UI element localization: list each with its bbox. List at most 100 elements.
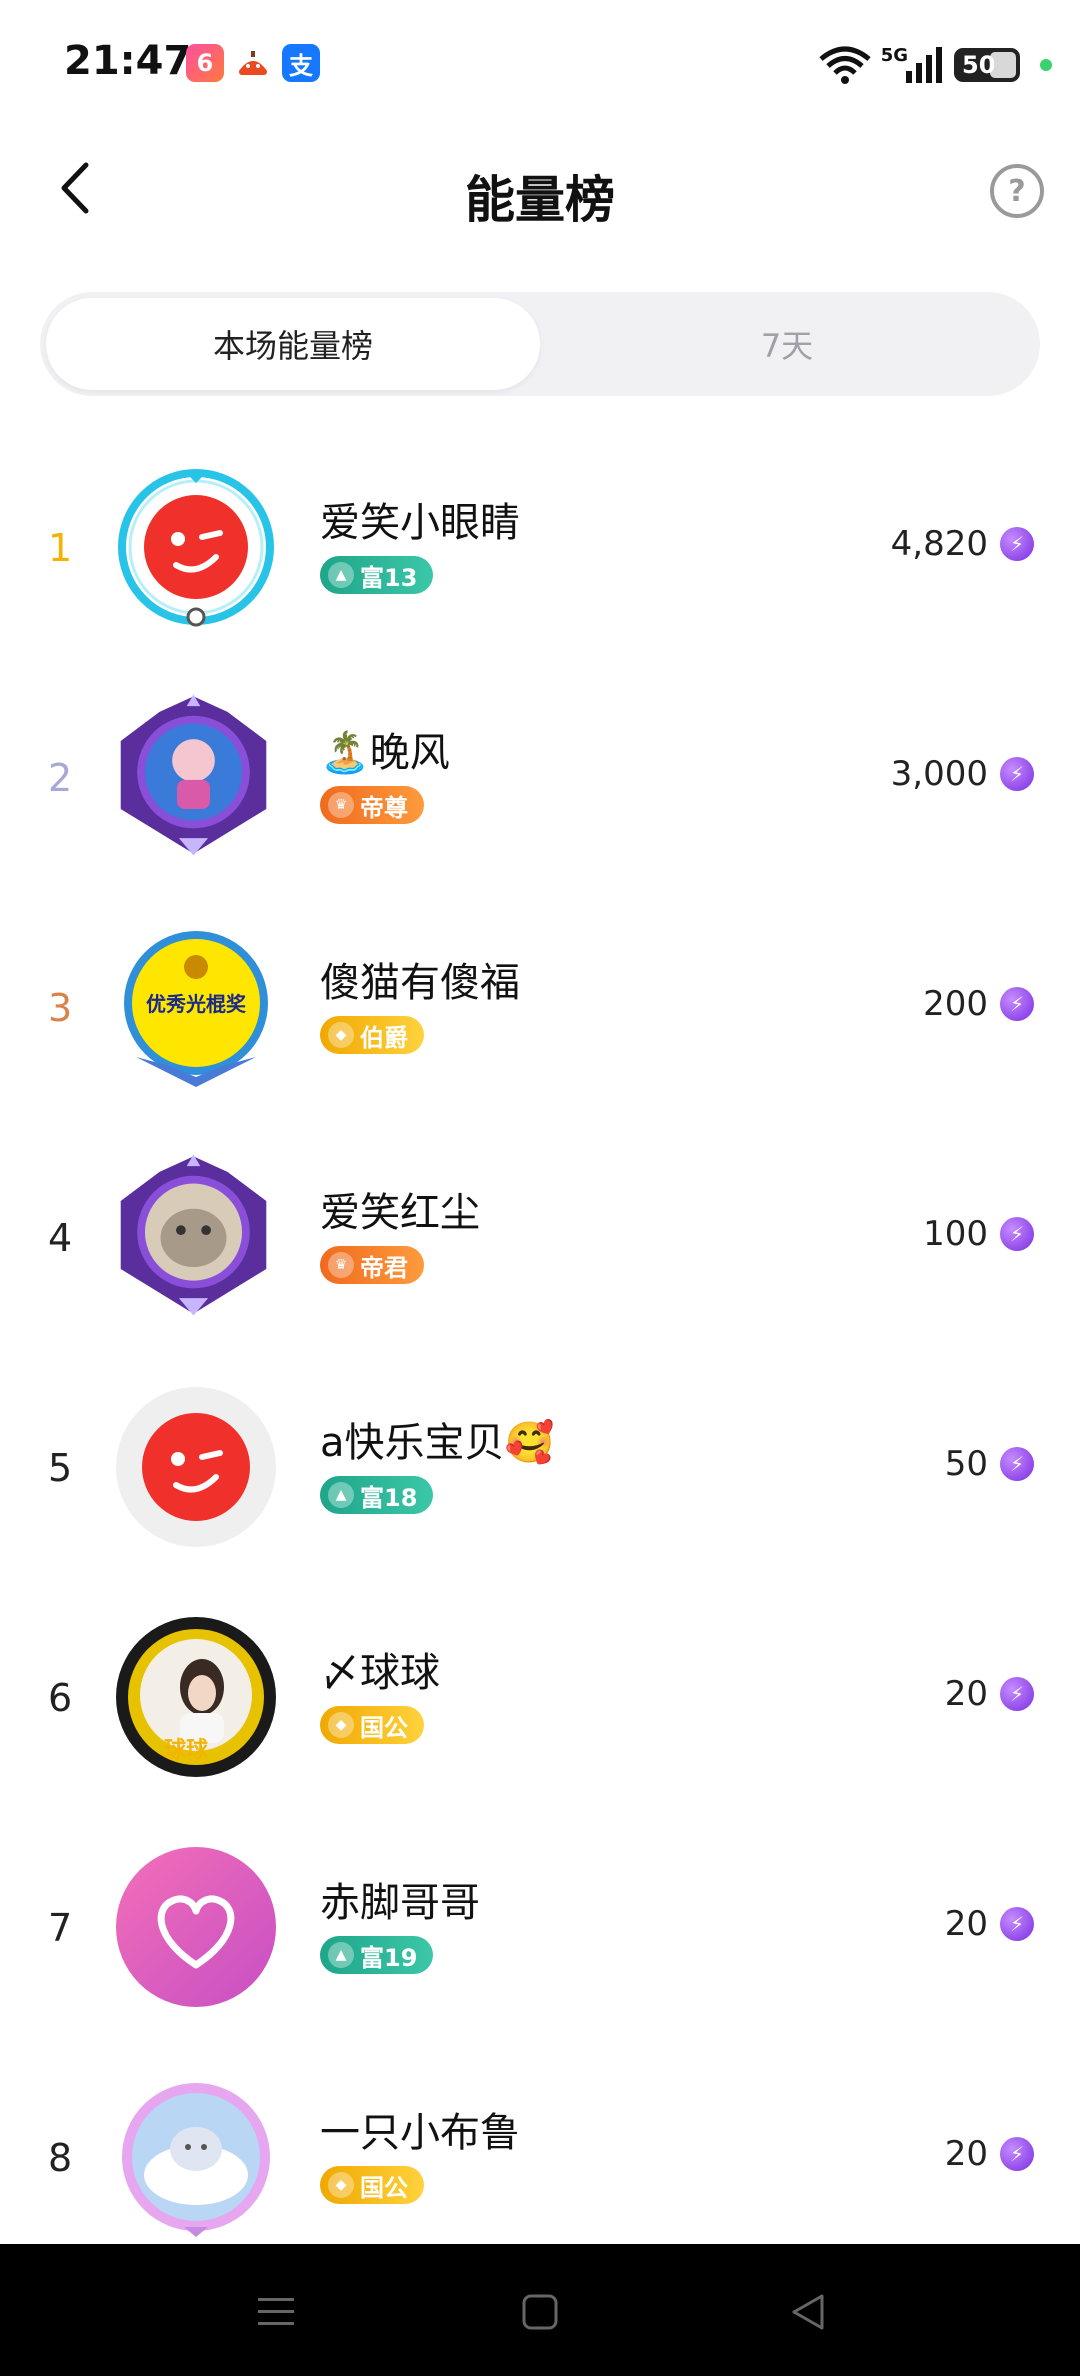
energy-amount: 200: [923, 984, 988, 1024]
rank-number: 8: [48, 2136, 73, 2180]
energy-value: 3,000 ⚡: [891, 754, 1034, 794]
user-name: 🏝️晚风: [320, 730, 450, 776]
tab-bar: 本场能量榜 7天: [40, 292, 1040, 396]
energy-icon: ⚡: [1000, 757, 1034, 791]
noble-level-icon: ◆: [328, 1022, 354, 1048]
avatar: [116, 467, 276, 627]
level-badge: ♛ 帝君: [320, 1246, 424, 1284]
avatar: [116, 693, 276, 857]
status-icons: 5G 50: [819, 40, 1052, 90]
tab-7-days[interactable]: 7天: [540, 298, 1034, 390]
badge-label: 帝君: [360, 1253, 408, 1282]
badge-label: 国公: [360, 2173, 408, 2202]
list-item[interactable]: 2 🏝️晚风 ♛ 帝尊 3,000 ⚡: [0, 662, 1080, 892]
list-item[interactable]: 7 赤脚哥哥 ▲ 富19 20 ⚡: [0, 1812, 1080, 2042]
triangle-back-icon: [792, 2294, 824, 2330]
network-label: 5G: [880, 44, 908, 66]
user-name: 赤脚哥哥: [320, 1880, 480, 1926]
energy-value: 20 ⚡: [945, 1674, 1034, 1714]
noble-level-icon: ◆: [328, 1712, 354, 1738]
energy-icon: ⚡: [1000, 527, 1034, 561]
alipay-icon: 支: [282, 44, 320, 82]
status-bar: 21:47 6 支 5G 50: [0, 0, 1080, 130]
help-button[interactable]: ?: [990, 164, 1044, 218]
energy-value: 100 ⚡: [923, 1214, 1034, 1254]
rank-number: 7: [48, 1906, 73, 1950]
energy-icon: ⚡: [1000, 2137, 1034, 2171]
energy-amount: 20: [944, 1904, 988, 1944]
energy-value: 20 ⚡: [945, 1904, 1034, 1944]
level-badge: ▲ 富13: [320, 556, 434, 594]
energy-icon: ⚡: [1000, 1677, 1034, 1711]
energy-amount: 100: [923, 1214, 988, 1254]
level-badge: ◆ 国公: [320, 1706, 424, 1744]
rank-number: 3: [48, 986, 73, 1030]
noble-level-icon: ◆: [328, 2172, 354, 2198]
list-item[interactable]: 3 优秀光棍奖 傻猫有傻福 ◆ 伯爵 200 ⚡: [0, 892, 1080, 1122]
user-name: 爱笑小眼睛: [320, 500, 520, 546]
energy-value: 20 ⚡: [945, 2134, 1034, 2174]
rich-level-icon: ▲: [328, 562, 354, 588]
taobao-icon: [234, 44, 272, 82]
energy-amount: 20: [944, 1674, 988, 1714]
rank-number: 5: [48, 1446, 73, 1490]
energy-icon: ⚡: [1000, 987, 1034, 1021]
wifi-icon: [819, 46, 871, 84]
list-item[interactable]: 5 a快乐宝贝🥰 ▲ 富18 50 ⚡: [0, 1352, 1080, 1582]
app6-icon: 6: [186, 44, 224, 82]
user-name: 傻猫有傻福: [320, 960, 520, 1006]
system-nav-bar: [0, 2244, 1080, 2376]
energy-icon: ⚡: [1000, 1907, 1034, 1941]
list-item[interactable]: 4 爱笑红尘 ♛ 帝君 100 ⚡: [0, 1122, 1080, 1352]
avatar-text: 球球: [164, 1738, 209, 1763]
energy-amount: 20: [944, 2134, 988, 2174]
menu-icon: [258, 2298, 294, 2325]
energy-amount: 4,820: [890, 524, 988, 564]
battery-icon: 50: [954, 48, 1020, 82]
noble-level-icon: ♛: [328, 792, 354, 818]
level-badge: ◆ 伯爵: [320, 1016, 424, 1054]
question-icon: ?: [1008, 173, 1026, 209]
user-name: 〆球球: [320, 1650, 440, 1696]
page-title: 能量榜: [465, 171, 615, 229]
badge-label: 伯爵: [360, 1023, 408, 1052]
rank-number: 4: [48, 1216, 73, 1260]
tab-current-session[interactable]: 本场能量榜: [46, 298, 540, 390]
back-nav-button[interactable]: [780, 2284, 836, 2340]
level-badge: ♛ 帝尊: [320, 786, 424, 824]
battery-level: 50: [962, 51, 996, 79]
home-nav-button[interactable]: [512, 2284, 568, 2340]
privacy-dot: [1040, 59, 1052, 71]
rank-number: 1: [48, 526, 73, 570]
avatar-text: 优秀光棍奖: [146, 992, 247, 1016]
page-header: 能量榜 ?: [0, 140, 1080, 240]
rich-level-icon: ▲: [328, 1482, 354, 1508]
status-time: 21:47: [64, 38, 192, 84]
avatar: [116, 2077, 276, 2237]
avatar: [116, 1387, 276, 1547]
list-item[interactable]: 1 爱笑小眼睛 ▲ 富13 4,820 ⚡: [0, 432, 1080, 662]
energy-amount: 50: [944, 1444, 988, 1484]
signal-icon: [906, 47, 942, 83]
energy-amount: 3,000: [890, 754, 988, 794]
menu-nav-button[interactable]: [248, 2284, 304, 2340]
level-badge: ◆ 国公: [320, 2166, 424, 2204]
avatar: 球球: [116, 1617, 276, 1777]
ranking-list: 1 爱笑小眼睛 ▲ 富13 4,820 ⚡ 2 🏝️晚风 ♛ 帝尊 3,000 …: [0, 432, 1080, 2272]
badge-label: 富18: [360, 1483, 418, 1512]
rich-level-icon: ▲: [328, 1942, 354, 1968]
avatar: [116, 1847, 276, 2007]
rank-number: 2: [48, 756, 73, 800]
badge-label: 富19: [360, 1943, 418, 1972]
energy-value: 200 ⚡: [923, 984, 1034, 1024]
square-icon: [522, 2294, 558, 2330]
badge-label: 富13: [360, 563, 418, 592]
list-item[interactable]: 6 球球 〆球球 ◆ 国公 20 ⚡: [0, 1582, 1080, 1812]
energy-icon: ⚡: [1000, 1217, 1034, 1251]
rank-number: 6: [48, 1676, 73, 1720]
energy-value: 4,820 ⚡: [891, 524, 1034, 564]
list-item[interactable]: 8 一只小布鲁 ◆ 国公 20 ⚡: [0, 2042, 1080, 2272]
user-name: 一只小布鲁: [320, 2110, 520, 2156]
badge-label: 国公: [360, 1713, 408, 1742]
avatar: 优秀光棍奖: [116, 927, 276, 1087]
